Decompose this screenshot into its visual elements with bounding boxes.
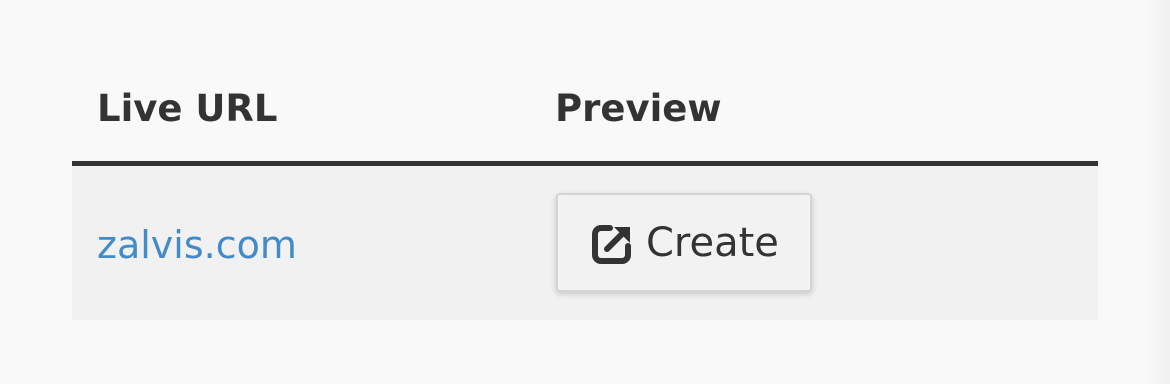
table-header-row: Live URL Preview bbox=[72, 0, 1098, 166]
live-url-link[interactable]: zalvis.com bbox=[97, 222, 297, 268]
external-link-icon bbox=[592, 222, 634, 264]
create-button-label: Create bbox=[646, 219, 779, 266]
create-preview-button[interactable]: Create bbox=[556, 193, 812, 292]
table-row: zalvis.com Create bbox=[72, 166, 1098, 320]
column-header-preview: Preview bbox=[555, 87, 722, 130]
column-header-live-url: Live URL bbox=[97, 87, 278, 130]
sites-table: Live URL Preview zalvis.com Create bbox=[72, 0, 1098, 320]
scrollbar-track bbox=[1142, 0, 1170, 384]
